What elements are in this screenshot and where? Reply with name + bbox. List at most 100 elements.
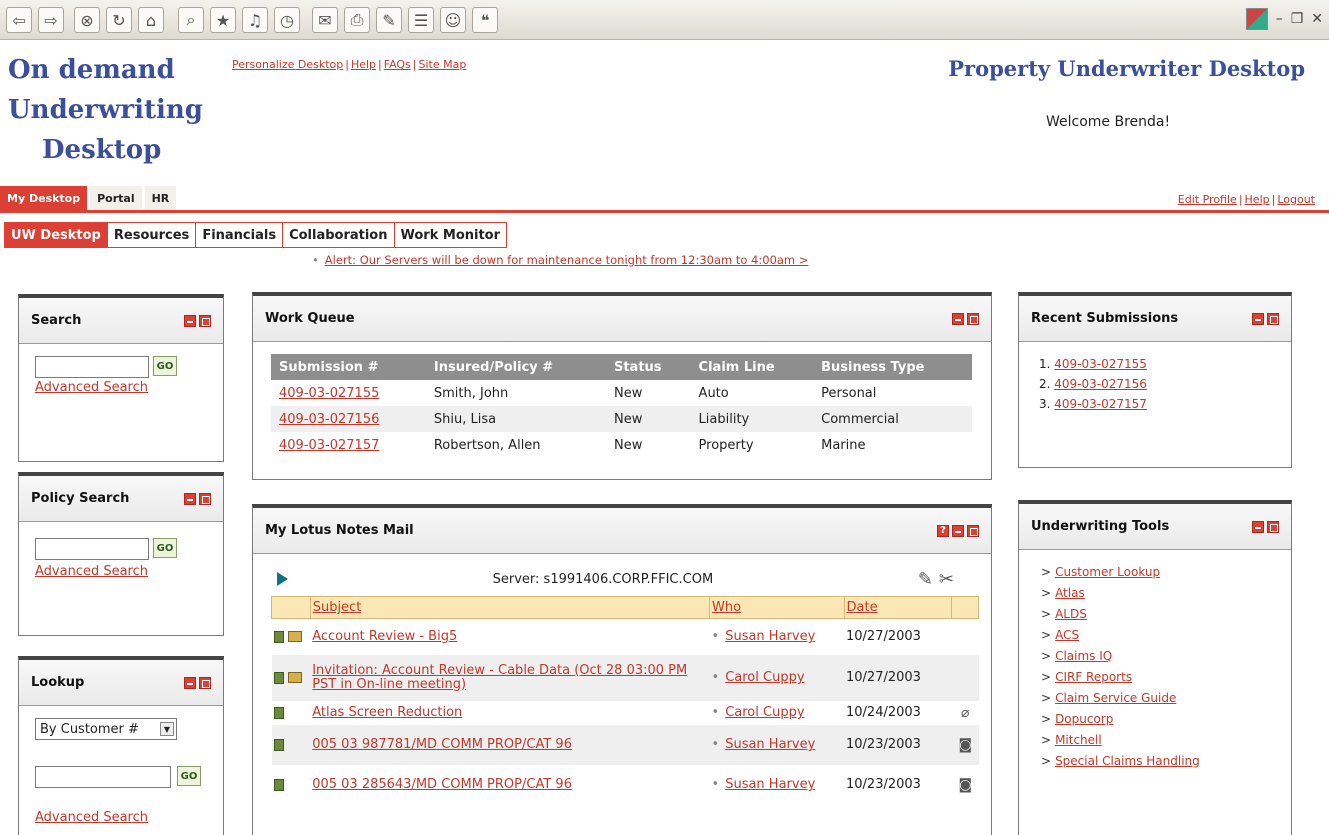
tab-financials[interactable]: Financials	[195, 222, 283, 248]
mail-sender-link[interactable]: Susan Harvey	[725, 777, 815, 792]
recent-submission-link[interactable]: 409-03-027155	[1054, 357, 1147, 371]
refresh-mail-icon[interactable]: ✂	[939, 569, 954, 590]
favorites-icon[interactable]: ★	[210, 7, 236, 33]
recent-submission-link[interactable]: 409-03-027157	[1054, 397, 1147, 411]
advanced-search-link[interactable]: Advanced Search	[35, 564, 148, 579]
minimize-icon[interactable]	[1252, 520, 1264, 533]
maximize-icon[interactable]	[199, 676, 211, 689]
help-link-user[interactable]: Help	[1245, 193, 1270, 206]
edit-icon[interactable]: ✎	[376, 7, 402, 33]
stop-icon[interactable]: ⊗	[74, 7, 100, 33]
table-header-row: Submission # Insured/Policy # Status Cla…	[271, 354, 972, 380]
tool-link[interactable]: Claim Service Guide	[1055, 691, 1176, 705]
maximize-icon[interactable]	[199, 492, 211, 505]
site-map-link[interactable]: Site Map	[419, 58, 467, 71]
messenger-icon[interactable]: ☺	[440, 7, 466, 33]
help-link[interactable]: Help	[351, 58, 376, 71]
lookup-input[interactable]	[35, 766, 171, 788]
column-header[interactable]: Claim Line	[690, 354, 814, 380]
mail-sender-link[interactable]: Carol Cuppy	[725, 705, 804, 720]
tool-link[interactable]: Atlas	[1055, 586, 1085, 600]
chat-icon[interactable]: ❝	[472, 7, 498, 33]
mail-sender-link[interactable]: Susan Harvey	[725, 629, 815, 644]
play-icon[interactable]	[277, 572, 288, 586]
minimize-icon[interactable]	[1252, 312, 1264, 325]
tool-link[interactable]: ACS	[1055, 628, 1079, 642]
maximize-icon[interactable]	[199, 314, 211, 327]
maximize-icon[interactable]	[967, 312, 979, 325]
mail-sender-link[interactable]: Susan Harvey	[725, 737, 815, 752]
go-button[interactable]: GO	[177, 766, 201, 786]
column-header[interactable]: Business Type	[813, 354, 972, 380]
close-icon[interactable]: ✕	[1311, 11, 1323, 27]
edit-profile-link[interactable]: Edit Profile	[1178, 193, 1237, 206]
refresh-icon[interactable]: ↻	[106, 7, 132, 33]
column-header-subject[interactable]: Subject	[309, 596, 711, 619]
tab-uw-desktop[interactable]: UW Desktop	[4, 222, 107, 248]
mail-icon[interactable]: ✉	[312, 7, 338, 33]
column-header-date[interactable]: Date	[843, 596, 953, 619]
minimize-icon[interactable]	[952, 524, 964, 537]
submission-link[interactable]: 409-03-027157	[279, 438, 379, 453]
mail-subject-link[interactable]: Account Review - Big5	[312, 629, 457, 644]
tab-hr[interactable]: HR	[144, 186, 177, 210]
minimize-icon[interactable]	[184, 314, 196, 327]
help-icon[interactable]: ?	[937, 524, 949, 537]
minimize-icon[interactable]: –	[1276, 11, 1283, 27]
mail-subject-link[interactable]: Invitation: Account Review - Cable Data …	[312, 663, 687, 692]
restore-icon[interactable]: ❐	[1291, 11, 1304, 27]
minimize-icon[interactable]	[184, 676, 196, 689]
minimize-icon[interactable]	[184, 492, 196, 505]
media-icon[interactable]: ♫	[242, 7, 268, 33]
maximize-icon[interactable]	[1267, 520, 1279, 533]
column-header[interactable]: Status	[605, 354, 691, 380]
tab-work-monitor[interactable]: Work Monitor	[393, 222, 508, 248]
mail-subject-link[interactable]: 005 03 987781/MD COMM PROP/CAT 96	[312, 737, 572, 752]
policy-search-input[interactable]	[35, 538, 149, 560]
column-header[interactable]: Insured/Policy #	[425, 354, 606, 380]
lookup-type-select[interactable]: By Customer # ▼	[35, 718, 177, 740]
discuss-icon[interactable]: ☰	[408, 7, 434, 33]
minimize-icon[interactable]	[952, 312, 964, 325]
history-icon[interactable]: ◷	[274, 7, 300, 33]
tool-link[interactable]: Mitchell	[1055, 733, 1102, 747]
advanced-search-link[interactable]: Advanced Search	[35, 810, 148, 825]
tool-link[interactable]: CIRF Reports	[1055, 670, 1132, 684]
alert-link[interactable]: Alert: Our Servers will be down for main…	[325, 253, 809, 267]
print-icon[interactable]: ⎙	[344, 7, 370, 33]
logout-link[interactable]: Logout	[1277, 193, 1315, 206]
column-header-who[interactable]: Who	[709, 596, 845, 619]
maximize-icon[interactable]	[1267, 312, 1279, 325]
table-row: Atlas Screen Reduction • Carol Cuppy 10/2…	[272, 701, 979, 725]
home-icon[interactable]: ⌂	[138, 7, 164, 33]
back-icon[interactable]: ⇦	[6, 7, 32, 33]
tab-portal[interactable]: Portal	[90, 186, 142, 210]
submission-link[interactable]: 409-03-027156	[279, 412, 379, 427]
list-item: > Customer Lookup	[1041, 562, 1200, 583]
personalize-desktop-link[interactable]: Personalize Desktop	[232, 58, 343, 71]
tool-link[interactable]: Claims IQ	[1055, 649, 1112, 663]
tab-collaboration[interactable]: Collaboration	[282, 222, 394, 248]
forward-icon[interactable]: ⇨	[38, 7, 64, 33]
tool-link[interactable]: Customer Lookup	[1055, 565, 1160, 579]
mail-sender-link[interactable]: Carol Cuppy	[725, 670, 804, 685]
mail-subject-link[interactable]: 005 03 285643/MD COMM PROP/CAT 96	[312, 777, 572, 792]
maximize-icon[interactable]	[967, 524, 979, 537]
go-button[interactable]: GO	[153, 538, 177, 558]
recent-submission-link[interactable]: 409-03-027156	[1054, 377, 1147, 391]
advanced-search-link[interactable]: Advanced Search	[35, 380, 148, 395]
search-input[interactable]	[35, 356, 149, 378]
tab-resources[interactable]: Resources	[106, 222, 196, 248]
faqs-link[interactable]: FAQs	[384, 58, 411, 71]
mail-subject-link[interactable]: Atlas Screen Reduction	[312, 705, 462, 720]
tool-link[interactable]: Dopucorp	[1055, 712, 1113, 726]
go-button[interactable]: GO	[153, 356, 177, 376]
submission-link[interactable]: 409-03-027155	[279, 386, 379, 401]
tool-link[interactable]: Special Claims Handling	[1055, 754, 1200, 768]
column-header[interactable]: Submission #	[271, 354, 426, 380]
pin-icon[interactable]: ✎	[918, 569, 933, 590]
search-icon[interactable]: ⌕	[178, 7, 204, 33]
chevron-down-icon[interactable]: ▼	[160, 722, 174, 736]
tool-link[interactable]: ALDS	[1055, 607, 1087, 621]
tab-my-desktop[interactable]: My Desktop	[0, 186, 88, 210]
